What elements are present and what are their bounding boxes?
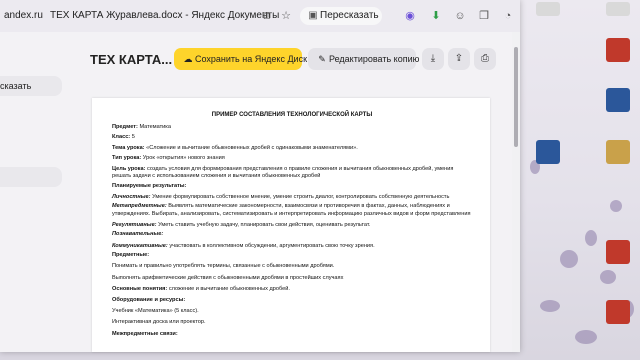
goal-label: Цель урока: <box>112 165 146 172</box>
desktop-icon-pdf-2[interactable] <box>598 240 638 264</box>
personal-value: Умение формулировать собственное мнение,… <box>152 193 450 200</box>
edit-copy-button[interactable]: ✎ Редактировать копию <box>308 48 420 70</box>
pdf-icon <box>606 38 630 62</box>
share-icon: ⇪ <box>454 53 464 64</box>
results-heading: Планируемые результаты: <box>112 182 187 189</box>
doc-title: ТЕХ КАРТА... <box>90 52 173 67</box>
sidebar-item-download[interactable]: сказать <box>0 76 62 96</box>
scrollbar[interactable] <box>513 32 520 352</box>
alice-icon[interactable]: ◉ <box>402 8 418 24</box>
goal-value: создать условия для формирования предста… <box>112 165 454 179</box>
regulatory-label: Регулятивные: <box>112 221 157 228</box>
equipment-1: Учебник «Математика» (5 класс). <box>112 308 199 315</box>
pdf-icon <box>606 240 630 264</box>
subject-value: Математика <box>139 124 171 131</box>
topic-label: Тема урока: <box>112 145 145 151</box>
concepts-label: Основные понятия: <box>112 285 168 292</box>
desktop-icon-pdf-1[interactable] <box>598 38 638 62</box>
concepts-value: сложение и вычитание обыкновенных дробей… <box>168 285 290 292</box>
download-icon[interactable]: ⬇ <box>428 8 444 24</box>
copy-icon[interactable]: ⧉ <box>258 8 274 24</box>
desktop-icon-pdf-3[interactable] <box>598 300 638 324</box>
class-label: Класс: <box>112 133 131 140</box>
word-icon <box>536 140 560 164</box>
extension-icon[interactable]: ☺ <box>452 8 468 24</box>
bookmark-icon[interactable]: ☆ <box>278 8 294 24</box>
pencil-icon: ✎ <box>318 54 326 64</box>
communicative-label: Коммуникативные: <box>112 242 168 249</box>
save-to-disk-button[interactable]: ☁ Сохранить на Яндекс Диск <box>174 48 307 70</box>
share-button[interactable]: ⇪ <box>448 48 470 70</box>
save-label: Сохранить на Яндекс Диск <box>195 54 308 64</box>
class-value: 5 <box>131 133 135 140</box>
print-button[interactable]: ⎙ <box>474 48 496 70</box>
scrollbar-thumb[interactable] <box>514 47 518 147</box>
folder-icon <box>606 140 630 164</box>
regulatory-value: Уметь ставить учебную задачу, планироват… <box>158 221 371 228</box>
sidebar: сказать <box>0 32 62 352</box>
subject-label: Предмет: <box>112 124 138 131</box>
meta-label: Метапредметные: <box>112 203 167 210</box>
subject-results-label: Предметные: <box>112 252 150 259</box>
edit-label: Редактировать копию <box>329 54 420 64</box>
retell-icon: ▣ <box>308 10 318 21</box>
document-title: ПРИМЕР СОСТАВЛЕНИЯ ТЕХНОЛОГИЧЕСКОЙ КАРТЫ <box>211 112 373 118</box>
profile-icon[interactable]: ◔ <box>500 8 516 24</box>
equipment-2: Интерактивная доска или проектор. <box>112 319 206 326</box>
topic-value: «Сложение и вычитание обыкновенных дробе… <box>146 145 358 151</box>
file-icon <box>606 2 630 16</box>
desktop-icon-word-raznitsa[interactable] <box>528 140 568 164</box>
links-label: Межпредметные связи: <box>112 330 178 337</box>
pdf-icon <box>606 300 630 324</box>
desktop-icon-gimn[interactable] <box>598 2 638 16</box>
retell-label: Пересказать <box>320 10 379 21</box>
document-viewer: сказать ТЕХ КАРТА... ☁ Сохранить на Яндек… <box>0 32 512 352</box>
cognitive-label: Познавательные: <box>112 231 164 238</box>
type-value: Урок «открытия» нового знания <box>142 154 225 161</box>
collections-icon[interactable]: ❐ <box>476 8 492 24</box>
sidebar-item-label: сказать <box>0 81 32 91</box>
communicative-value: участвовать в коллективном обсуждении, а… <box>169 242 375 249</box>
browser-tab-title[interactable]: ТЕХ КАРТА Журавлева.docx - Яндекс Докуме… <box>50 6 279 26</box>
document-page: ПРИМЕР СОСТАВЛЕНИЯ ТЕХНОЛОГИЧЕСКОЙ КАРТЫ… <box>92 98 490 352</box>
browser-tabbar: andex.ru ТЕХ КАРТА Журавлева.docx - Янде… <box>0 0 520 32</box>
download-button[interactable]: ⤓ <box>422 48 444 70</box>
download-icon: ⤓ <box>430 53 436 64</box>
print-icon: ⎙ <box>481 53 489 64</box>
type-label: Тип урока: <box>112 154 142 161</box>
equipment-label: Оборудование и ресурсы: <box>112 297 186 303</box>
personal-label: Личностные: <box>112 193 151 200</box>
retell-button[interactable]: ▣ Пересказать <box>300 7 382 25</box>
browser-window: andex.ru ТЕХ КАРТА Журавлева.docx - Янде… <box>0 0 520 352</box>
desktop-icon-folder[interactable] <box>598 140 638 164</box>
desktop-icon-word-gimn[interactable] <box>598 88 638 112</box>
word-icon <box>606 88 630 112</box>
desktop-icon-file[interactable] <box>528 2 568 16</box>
file-icon <box>536 2 560 16</box>
sidebar-item-blank[interactable] <box>0 167 62 187</box>
subject-results-2: Выполнять арифметические действия с обык… <box>112 274 344 281</box>
subject-results-1: Понимать и правильно употреблять термины… <box>112 263 335 270</box>
url-fragment[interactable]: andex.ru <box>4 6 43 26</box>
cloud-icon: ☁ <box>183 54 193 64</box>
